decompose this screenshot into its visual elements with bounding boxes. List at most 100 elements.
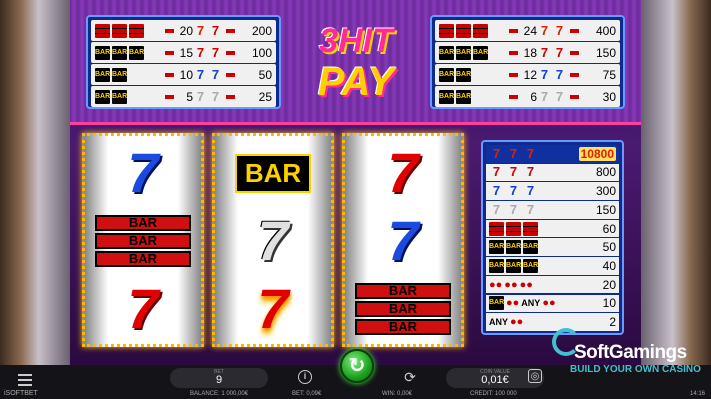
payout-value: 40	[602, 258, 616, 273]
payout-value: 30	[602, 89, 616, 104]
dash-icon	[570, 50, 579, 55]
paytable-right: 24 77 400 BAR BAR BAR 18 77 150 BAR BAR 12 …	[430, 15, 625, 109]
paytable-row: ●● ●● ●● 20	[486, 275, 619, 294]
blue-seven-icon: 7	[540, 66, 549, 82]
paytable-row: 24 77 400	[435, 20, 620, 41]
provider-brand: iSOFTBET	[4, 390, 38, 397]
payout-value: 800	[595, 165, 616, 180]
blue-seven-icon: 7	[387, 209, 419, 272]
bar-icon: BAR	[95, 45, 110, 60]
info-icon[interactable]: i	[298, 370, 312, 384]
payout-value: 300	[595, 184, 616, 199]
cherry-icon: ●●	[489, 278, 503, 291]
payout-value: 50	[258, 67, 272, 82]
triple-bar-icon: BAR BAR BAR	[355, 283, 451, 335]
dash-icon	[570, 94, 579, 99]
triple-bar-icon	[506, 221, 521, 236]
payout-value: 60	[602, 221, 616, 236]
paytable-row: BAR BAR 6 77 30	[435, 86, 620, 107]
bar-icon: BAR	[506, 258, 521, 273]
bar-icon: BAR	[473, 45, 488, 60]
payout-value: 200	[251, 23, 272, 38]
bar-label: BAR	[95, 233, 191, 249]
cherry-icon: ●●	[542, 297, 556, 310]
payout-value: 15	[179, 45, 193, 60]
dash-icon	[509, 94, 518, 99]
cherry-icon: ●●	[504, 278, 518, 291]
payout-value: 150	[595, 45, 616, 60]
red-seven-icon: 7	[211, 22, 220, 38]
blue-seven-icon: 7	[211, 66, 220, 82]
blue-seven-icon: 7	[509, 183, 518, 199]
white-seven-icon: 7	[540, 88, 549, 104]
reel-cell: 7	[353, 140, 453, 206]
paytable-row: BAR BAR 5 77 25	[91, 86, 276, 107]
red-seven-icon: 7	[526, 164, 535, 180]
triple-bar-icon: BAR BAR BAR	[95, 215, 191, 267]
paytable-row: 20 77 200	[91, 20, 276, 41]
white-seven-icon: 7	[526, 201, 535, 217]
bar-icon: BAR	[95, 67, 110, 82]
fire-seven-icon: 7	[540, 22, 549, 38]
game-stage: 20 77 200 BAR BAR BAR 15 77 100 BAR BAR 10 …	[0, 0, 711, 399]
logo-line-2: PAY	[317, 60, 395, 104]
double-bar-icon: BAR	[523, 240, 538, 255]
white-seven-icon: 7	[211, 88, 220, 104]
dash-icon	[570, 28, 579, 33]
bet-readout: BET: 0,09€	[292, 391, 322, 397]
menu-icon[interactable]	[18, 374, 32, 386]
paytable-row: BAR BAR BAR 40	[486, 257, 619, 275]
fire-seven-icon: 7	[257, 277, 289, 340]
bar-label: BAR	[355, 301, 451, 317]
credit-readout: CREDIT: 100 000	[470, 391, 517, 397]
payout-value: 20	[602, 277, 616, 292]
reel-3: 7 7 BAR BAR BAR	[342, 133, 464, 347]
game-logo: 3HIT PAY	[297, 22, 415, 110]
bar-icon: BAR	[489, 296, 504, 311]
win-readout: WIN: 0,00€	[382, 391, 413, 397]
watermark-tagline: BUILD YOUR OWN CASINO	[570, 364, 701, 375]
triple-bar-icon	[523, 221, 538, 236]
blue-seven-icon: 7	[526, 183, 535, 199]
payout-value: 10	[602, 296, 616, 311]
bar-icon: BAR	[112, 45, 127, 60]
dash-icon	[165, 72, 174, 77]
paytable-row: BAR BAR BAR 15 77 100	[91, 42, 276, 63]
fire-seven-icon: 7	[555, 22, 564, 38]
fire-seven-icon: 7	[492, 145, 501, 161]
paytable-main: 777 10800 777 800 777 300 777 150 60 BAR…	[481, 140, 624, 335]
payout-value: 20	[179, 23, 193, 38]
spin-button[interactable]	[340, 349, 374, 383]
autoplay-icon[interactable]: ⟳	[402, 369, 418, 385]
blue-seven-icon: 7	[492, 183, 501, 199]
bar-icon: BAR	[439, 67, 454, 82]
balance-readout: BALANCE: 1 000,00€	[190, 391, 249, 397]
payout-value: 50	[602, 240, 616, 255]
paytable-row: BAR ●● ANY ●● 10	[486, 294, 619, 312]
fire-seven-icon: 7	[196, 22, 205, 38]
paytable-row: 777 10800	[486, 145, 619, 163]
payout-value: 18	[523, 45, 537, 60]
coin-stack-icon[interactable]: ◎	[528, 369, 542, 383]
bet-selector[interactable]: BET 9	[170, 368, 268, 388]
paytable-row: 60	[486, 219, 619, 238]
white-seven-icon: 7	[509, 201, 518, 217]
bar-label: BAR	[355, 319, 451, 335]
reel-2: BAR 7 7	[212, 133, 334, 347]
reel-1: 7 BAR BAR BAR 7	[82, 133, 204, 347]
fire-seven-icon: 7	[509, 145, 518, 161]
blue-seven-icon: 7	[127, 141, 159, 204]
dash-icon	[165, 94, 174, 99]
bar-icon: BAR	[456, 45, 471, 60]
reel-area: 7 BAR BAR BAR 7 BAR 7 7 7 7 BAR BAR BAR	[82, 133, 464, 347]
triple-bar-icon	[95, 23, 110, 38]
cabinet-right-pillar	[641, 0, 711, 365]
reel-cell: BAR BAR BAR	[93, 208, 193, 274]
any-label: ANY	[489, 316, 509, 327]
payout-value: 6	[530, 89, 537, 104]
bar-icon: BAR	[439, 45, 454, 60]
watermark: SoftGamings BUILD YOUR OWN CASINO	[552, 320, 711, 390]
dash-icon	[226, 94, 235, 99]
payout-value: 24	[523, 23, 537, 38]
triple-bar-icon	[112, 23, 127, 38]
